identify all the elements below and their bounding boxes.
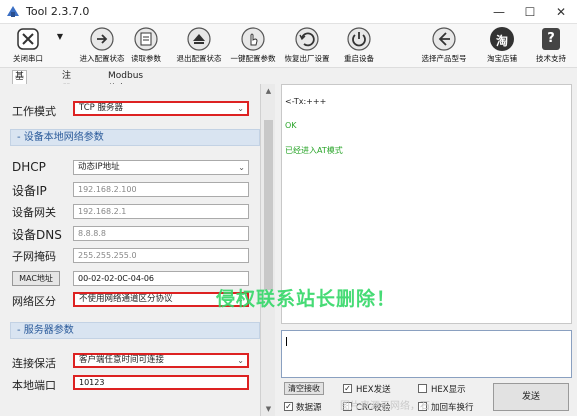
port-dropdown-arrow[interactable]: ▼ bbox=[52, 32, 68, 72]
receive-line: <-Tx:+++ bbox=[285, 97, 327, 106]
keepalive-select[interactable]: 客户端任意时间可连接 ⌄ bbox=[73, 353, 249, 368]
close-port-label: 关闭串口 bbox=[13, 54, 43, 63]
chevron-down-icon: ⌄ bbox=[237, 356, 244, 365]
hex-send-checkbox[interactable]: ✓ bbox=[343, 384, 352, 393]
watermark-text: 侵权联系站长删除！ bbox=[216, 288, 397, 310]
watermark-faint-text: 图片来源于网络，石 bbox=[340, 401, 430, 412]
scroll-down-icon[interactable]: ▼ bbox=[261, 402, 276, 416]
taobao-label: 淘宝店铺 bbox=[487, 54, 517, 63]
enter-config-label: 进入配置状态 bbox=[79, 54, 125, 63]
chevron-down-icon: ⌄ bbox=[238, 163, 245, 172]
mac-address-button[interactable]: MAC地址 bbox=[12, 271, 60, 286]
device-ip-label: 设备IP bbox=[12, 184, 47, 198]
exit-config-button[interactable]: 退出配置状态 bbox=[174, 26, 224, 66]
restart-device-button[interactable]: 重启设备 bbox=[336, 26, 382, 66]
receive-line: OK bbox=[285, 121, 297, 130]
server-section-header[interactable]: - 服务器参数 bbox=[10, 322, 260, 339]
read-params-icon bbox=[134, 27, 158, 51]
tab-modbus-info[interactable]: Modbus信息 bbox=[106, 70, 145, 94]
back-arrow-icon bbox=[432, 27, 456, 51]
receive-line: 已经进入AT模式 bbox=[285, 146, 343, 155]
toolbar: 关闭串口 ▼ 进入配置状态 读取参数 退出配置状态 一键配置参数 恢复出厂设置 … bbox=[0, 24, 577, 68]
settings-panel: 工作模式 TCP 服务器 ⌄ - 设备本地网络参数 DHCP 动态IP地址 ⌄ … bbox=[8, 84, 260, 416]
exit-config-icon bbox=[187, 27, 211, 51]
work-mode-value: TCP 服务器 bbox=[79, 103, 123, 113]
close-button[interactable]: ✕ bbox=[546, 2, 576, 22]
device-ip-row: 设备IP 192.168.2.100 bbox=[8, 179, 260, 201]
net-zone-label: 网络区分 bbox=[12, 295, 56, 308]
clear-receive-button[interactable]: 清空接收 bbox=[284, 382, 324, 395]
tech-support-button[interactable]: ? 技术支持 bbox=[530, 26, 572, 66]
local-port-input[interactable]: 10123 bbox=[73, 375, 249, 390]
enter-config-button[interactable]: 进入配置状态 bbox=[78, 26, 126, 66]
dns-row: 设备DNS 8.8.8.8 bbox=[8, 223, 260, 245]
help-glyph: ? bbox=[547, 31, 555, 46]
dns-input[interactable]: 8.8.8.8 bbox=[73, 226, 249, 241]
minimize-button[interactable]: — bbox=[484, 2, 514, 22]
read-params-label: 读取参数 bbox=[131, 54, 161, 63]
send-input[interactable] bbox=[281, 330, 572, 378]
keepalive-row: 连接保活 客户端任意时间可连接 ⌄ bbox=[8, 352, 260, 374]
work-mode-row: 工作模式 TCP 服务器 ⌄ bbox=[8, 100, 260, 122]
data-source-checkbox[interactable]: ✓ bbox=[284, 402, 293, 411]
work-mode-label: 工作模式 bbox=[12, 105, 56, 118]
data-source-label: 数据源 bbox=[296, 403, 322, 413]
keepalive-label: 连接保活 bbox=[12, 357, 56, 370]
scroll-up-icon[interactable]: ▲ bbox=[261, 84, 276, 98]
close-port-button[interactable]: 关闭串口 bbox=[6, 26, 50, 66]
power-icon bbox=[347, 27, 371, 51]
network-section-header[interactable]: - 设备本地网络参数 bbox=[10, 129, 260, 146]
gateway-label: 设备网关 bbox=[12, 206, 56, 219]
taobao-button[interactable]: 淘 淘宝店铺 bbox=[482, 26, 522, 66]
one-click-config-label: 一键配置参数 bbox=[230, 54, 276, 63]
restore-defaults-button[interactable]: 恢复出厂设置 bbox=[282, 26, 332, 66]
newline-label: 加回车换行 bbox=[431, 403, 474, 413]
work-mode-select[interactable]: TCP 服务器 ⌄ bbox=[73, 101, 249, 116]
read-params-button[interactable]: 读取参数 bbox=[128, 26, 164, 66]
one-click-config-button[interactable]: 一键配置参数 bbox=[228, 26, 278, 66]
hand-icon bbox=[241, 27, 265, 51]
device-ip-input[interactable]: 192.168.2.100 bbox=[73, 182, 249, 197]
tech-support-label: 技术支持 bbox=[536, 54, 566, 63]
chevron-down-icon: ⌄ bbox=[237, 104, 244, 113]
net-zone-value: 不使用网络通道区分协议 bbox=[79, 294, 173, 304]
send-button[interactable]: 发送 bbox=[493, 383, 569, 411]
select-model-button[interactable]: 选择产品型号 bbox=[418, 26, 470, 66]
app-icon bbox=[7, 6, 19, 17]
subnet-label: 子网掩码 bbox=[12, 250, 56, 263]
select-model-label: 选择产品型号 bbox=[421, 54, 467, 63]
dhcp-value: 动态IP地址 bbox=[78, 162, 120, 172]
enter-config-icon bbox=[90, 27, 114, 51]
hex-display-label: HEX显示 bbox=[431, 385, 466, 395]
dhcp-select[interactable]: 动态IP地址 ⌄ bbox=[73, 160, 249, 175]
restore-defaults-label: 恢复出厂设置 bbox=[284, 54, 330, 63]
tab-basic-info[interactable]: 基本信息 bbox=[12, 70, 28, 121]
subnet-input[interactable]: 255.255.255.0 bbox=[73, 248, 249, 263]
close-port-icon bbox=[17, 28, 39, 50]
tab-registration-info[interactable]: 注册信息 bbox=[60, 70, 73, 120]
gateway-row: 设备网关 192.168.2.1 bbox=[8, 201, 260, 223]
title-bar: Tool 2.3.7.0 — ☐ ✕ bbox=[0, 0, 577, 24]
dhcp-label: DHCP bbox=[12, 160, 46, 174]
local-port-label: 本地端口 bbox=[12, 379, 56, 392]
hex-display-checkbox[interactable] bbox=[418, 384, 427, 393]
dns-label: 设备DNS bbox=[12, 228, 62, 242]
settings-scrollbar[interactable]: ▲ ▼ bbox=[260, 84, 275, 416]
dhcp-row: DHCP 动态IP地址 ⌄ bbox=[8, 157, 260, 179]
keepalive-value: 客户端任意时间可连接 bbox=[79, 355, 165, 365]
hex-send-label: HEX发送 bbox=[356, 385, 391, 395]
text-caret bbox=[286, 337, 287, 346]
scrollbar-thumb[interactable] bbox=[264, 120, 273, 290]
restart-device-label: 重启设备 bbox=[344, 54, 374, 63]
window-title: Tool 2.3.7.0 bbox=[26, 5, 90, 18]
restore-icon bbox=[295, 27, 319, 51]
gateway-input[interactable]: 192.168.2.1 bbox=[73, 204, 249, 219]
maximize-button[interactable]: ☐ bbox=[515, 2, 545, 22]
local-port-row: 本地端口 10123 bbox=[8, 374, 260, 396]
exit-config-label: 退出配置状态 bbox=[176, 54, 222, 63]
subnet-row: 子网掩码 255.255.255.0 bbox=[8, 245, 260, 267]
taobao-glyph: 淘 bbox=[495, 34, 508, 48]
